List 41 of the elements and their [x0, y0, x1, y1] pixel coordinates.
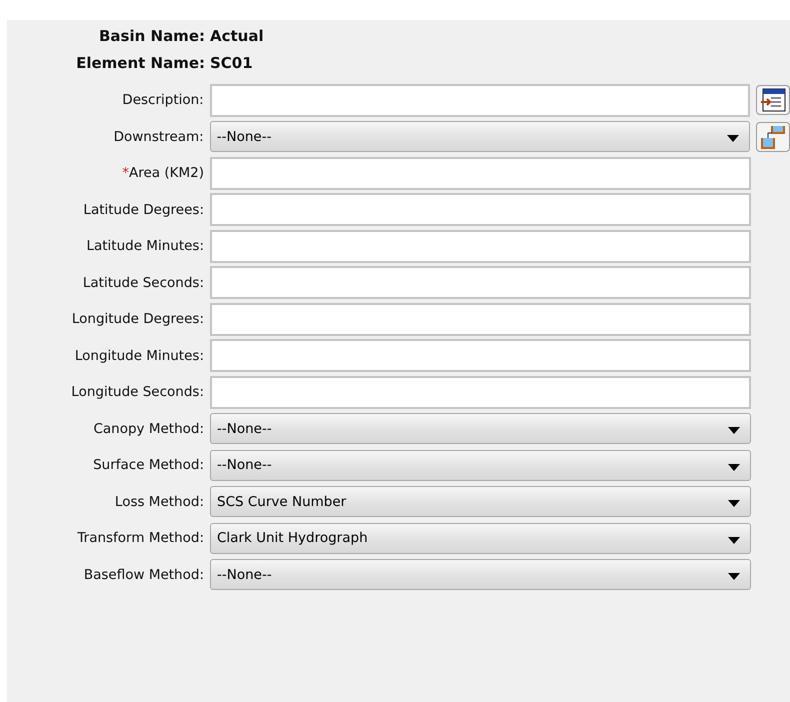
input-field[interactable]	[210, 156, 751, 190]
caret-icon	[728, 464, 740, 471]
field-label: Latitude Minutes:	[85, 238, 205, 254]
description-editor-button[interactable]	[756, 85, 790, 116]
caret-icon	[728, 536, 740, 544]
dropdown[interactable]: --None--	[210, 450, 751, 481]
dropdown[interactable]: SCS Curve Number	[210, 486, 751, 518]
input-field[interactable]	[210, 339, 751, 372]
element-select-button[interactable]	[756, 122, 790, 152]
caret-icon	[728, 427, 740, 434]
caret-icon	[727, 135, 740, 142]
field-label: Transform Method:	[76, 530, 205, 546]
input-field[interactable]	[210, 84, 750, 117]
input-field[interactable]	[210, 266, 751, 300]
field-label: Latitude Seconds:	[82, 274, 205, 291]
header-value: Actual	[210, 26, 264, 44]
caret-icon	[728, 573, 740, 580]
field-label: *Area (KM2)	[121, 165, 205, 182]
field-label: Longitude Degrees:	[70, 311, 205, 328]
input-field[interactable]	[210, 302, 751, 336]
field-label: Latitude Degrees:	[82, 202, 205, 218]
input-field[interactable]	[210, 376, 751, 409]
header-label: Basin Name:	[98, 26, 205, 44]
header-label: Element Name:	[75, 54, 205, 72]
linked-boxes-icon	[760, 124, 786, 150]
header-value: SC01	[210, 54, 253, 72]
field-label: Longitude Seconds:	[70, 384, 205, 400]
input-field[interactable]	[210, 230, 751, 263]
dropdown[interactable]: Clark Unit Hydrograph	[210, 522, 751, 554]
dropdown[interactable]: --None--	[210, 121, 750, 152]
field-label: Description:	[121, 92, 205, 108]
input-field[interactable]	[210, 193, 751, 226]
field-label: Longitude Minutes:	[74, 348, 205, 364]
dropdown[interactable]: --None--	[210, 413, 751, 444]
dropdown[interactable]: --None--	[210, 559, 751, 590]
field-label: Loss Method:	[114, 494, 205, 510]
field-label: Canopy Method:	[92, 420, 205, 437]
caret-icon	[728, 500, 740, 508]
field-label: Surface Method:	[92, 457, 205, 474]
field-label: Baseflow Method:	[82, 566, 205, 583]
field-label: Downstream:	[112, 128, 205, 145]
